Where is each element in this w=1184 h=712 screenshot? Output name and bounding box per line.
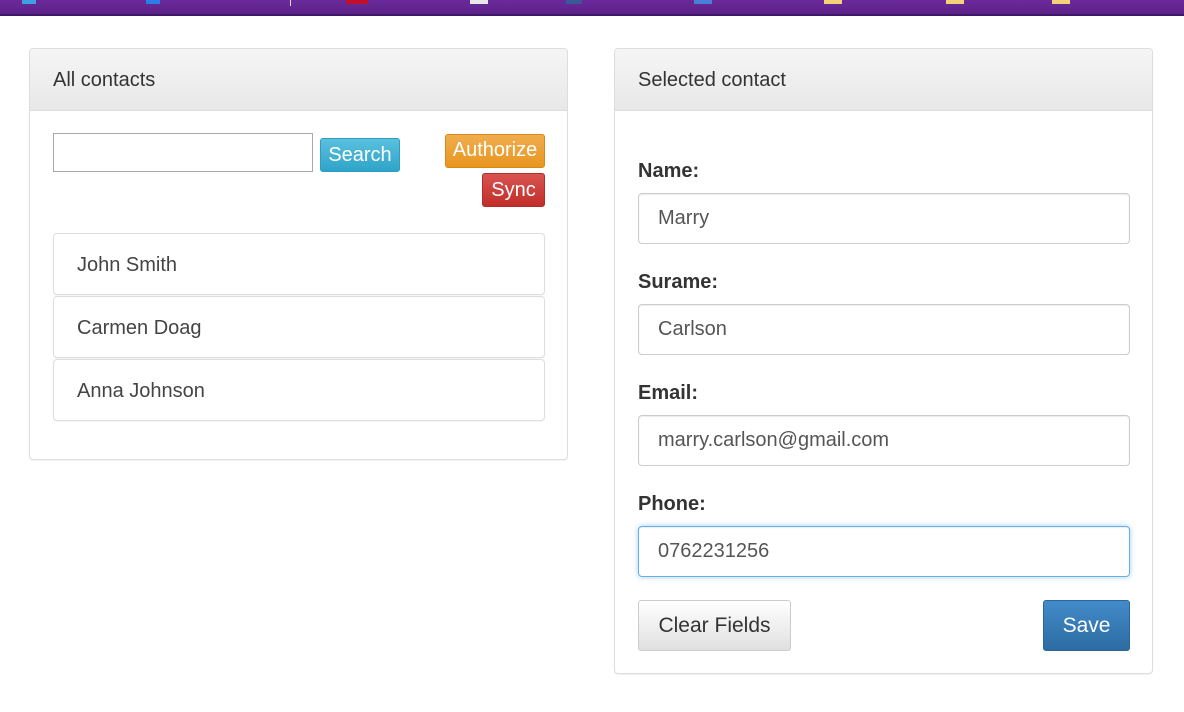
surname-label: Surame: [638, 271, 719, 293]
selected-contact-panel: Selected contact Name: Surame: Email: Ph… [614, 48, 1153, 674]
sync-button[interactable]: Sync [482, 173, 545, 207]
phone-field[interactable] [638, 526, 1130, 577]
save-button[interactable]: Save [1043, 600, 1130, 651]
bookmark-icon[interactable] [566, 0, 582, 4]
all-contacts-panel: All contacts Search Authorize Sync John … [29, 48, 568, 460]
bookmark-icon[interactable] [346, 0, 368, 4]
email-label: Email: [638, 382, 699, 404]
selected-contact-heading: Selected contact [615, 49, 1152, 111]
folder-icon[interactable] [1052, 0, 1070, 4]
clear-fields-button[interactable]: Clear Fields [638, 600, 791, 651]
contacts-list: John Smith Carmen Doag Anna Johnson [53, 233, 545, 422]
authorize-button[interactable]: Authorize [445, 134, 545, 168]
bookmark-icon[interactable] [22, 0, 36, 4]
contact-list-item[interactable]: John Smith [53, 233, 545, 295]
search-input[interactable] [53, 133, 313, 172]
search-button[interactable]: Search [320, 138, 400, 172]
bookmark-icon[interactable] [146, 0, 160, 4]
name-label: Name: [638, 160, 700, 182]
phone-label: Phone: [638, 493, 706, 515]
folder-icon[interactable] [824, 0, 842, 4]
folder-icon[interactable] [946, 0, 964, 4]
bookmark-icon[interactable] [470, 0, 488, 4]
all-contacts-heading: All contacts [30, 49, 567, 111]
email-field[interactable] [638, 415, 1130, 466]
contact-list-item[interactable]: Anna Johnson [53, 359, 545, 421]
bookmark-separator [290, 0, 291, 6]
name-field[interactable] [638, 193, 1130, 244]
contact-list-item[interactable]: Carmen Doag [53, 296, 545, 358]
browser-bookmarks-bar [0, 0, 1184, 16]
bookmark-icon[interactable] [694, 0, 712, 4]
surname-field[interactable] [638, 304, 1130, 355]
